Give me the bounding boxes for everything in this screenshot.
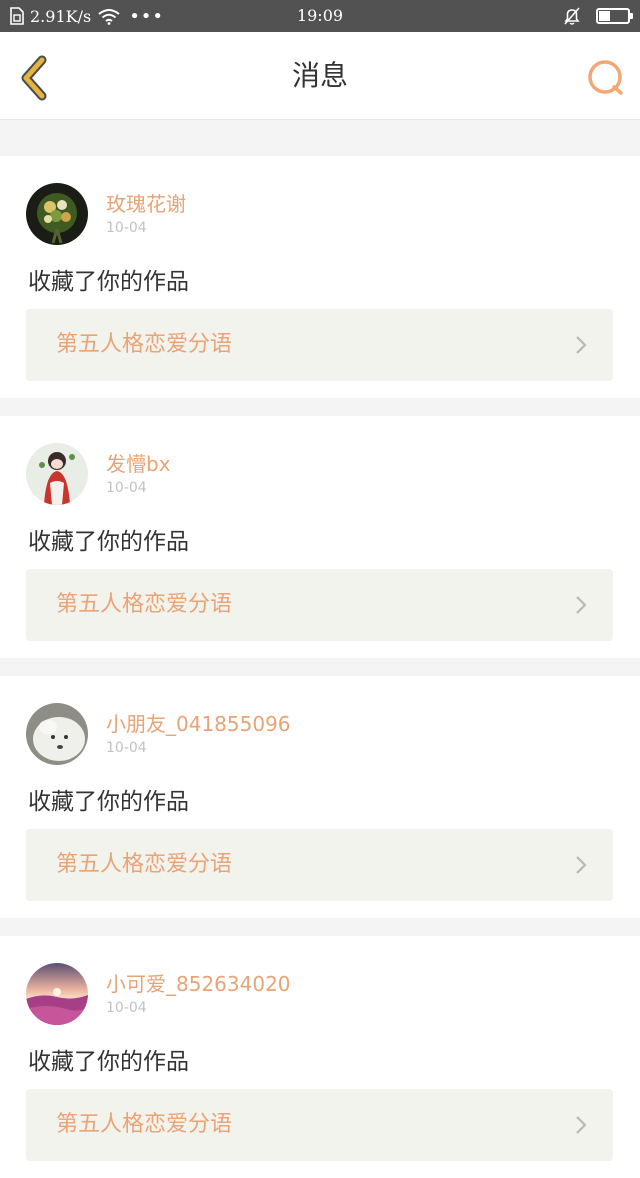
list-item: 发懵bx 10-04 收藏了你的作品 第五人格恋爱分语 [0, 416, 640, 658]
action-text: 收藏了你的作品 [28, 789, 189, 815]
avatar[interactable] [26, 703, 88, 765]
work-link[interactable]: 第五人格恋爱分语 [26, 309, 613, 381]
mute-bell-icon [564, 7, 580, 25]
date: 10-04 [106, 1000, 147, 1016]
status-bar: 2.91K/s ••• 19:09 [0, 0, 640, 32]
battery-level [599, 11, 610, 21]
action-text: 收藏了你的作品 [28, 1049, 189, 1075]
username[interactable]: 发懵bx [106, 448, 171, 477]
work-title: 第五人格恋爱分语 [56, 1112, 233, 1137]
avatar[interactable] [26, 443, 88, 505]
wifi-icon [98, 9, 120, 25]
search-button[interactable] [586, 58, 626, 98]
search-icon [588, 60, 623, 95]
work-title: 第五人格恋爱分语 [56, 332, 233, 357]
work-link[interactable]: 第五人格恋爱分语 [26, 569, 613, 641]
username[interactable]: 玫瑰花谢 [106, 188, 186, 217]
list-item: 小朋友_041855096 10-04 收藏了你的作品 第五人格恋爱分语 [0, 676, 640, 918]
work-title: 第五人格恋爱分语 [56, 852, 233, 877]
action-text: 收藏了你的作品 [28, 269, 189, 295]
chevron-right-icon [576, 1116, 587, 1134]
chevron-right-icon [576, 856, 587, 874]
sim-card-icon [10, 7, 24, 25]
work-link[interactable]: 第五人格恋爱分语 [26, 1089, 613, 1161]
chevron-left-icon [21, 55, 47, 101]
status-right [562, 0, 633, 32]
chevron-right-icon [576, 596, 587, 614]
username[interactable]: 小可爱_852634020 [106, 968, 291, 997]
date: 10-04 [106, 220, 147, 236]
nav-header: 消息 [0, 32, 640, 120]
work-link[interactable]: 第五人格恋爱分语 [26, 829, 613, 901]
network-speed: 2.91K/s [30, 6, 92, 26]
chevron-right-icon [576, 336, 587, 354]
date: 10-04 [106, 480, 147, 496]
list-item: 小可爱_852634020 10-04 收藏了你的作品 第五人格恋爱分语 [0, 936, 640, 1178]
date: 10-04 [106, 740, 147, 756]
back-button[interactable] [14, 54, 58, 102]
avatar[interactable] [26, 963, 88, 1025]
page-title: 消息 [291, 59, 348, 92]
avatar[interactable] [26, 183, 88, 245]
list-item: 玫瑰花谢 10-04 收藏了你的作品 第五人格恋爱分语 [0, 156, 640, 398]
action-text: 收藏了你的作品 [28, 529, 189, 555]
work-title: 第五人格恋爱分语 [56, 592, 233, 617]
battery-icon [596, 8, 633, 24]
more-indicator: ••• [129, 5, 165, 27]
username[interactable]: 小朋友_041855096 [106, 708, 291, 737]
status-left: 2.91K/s ••• [10, 0, 164, 32]
